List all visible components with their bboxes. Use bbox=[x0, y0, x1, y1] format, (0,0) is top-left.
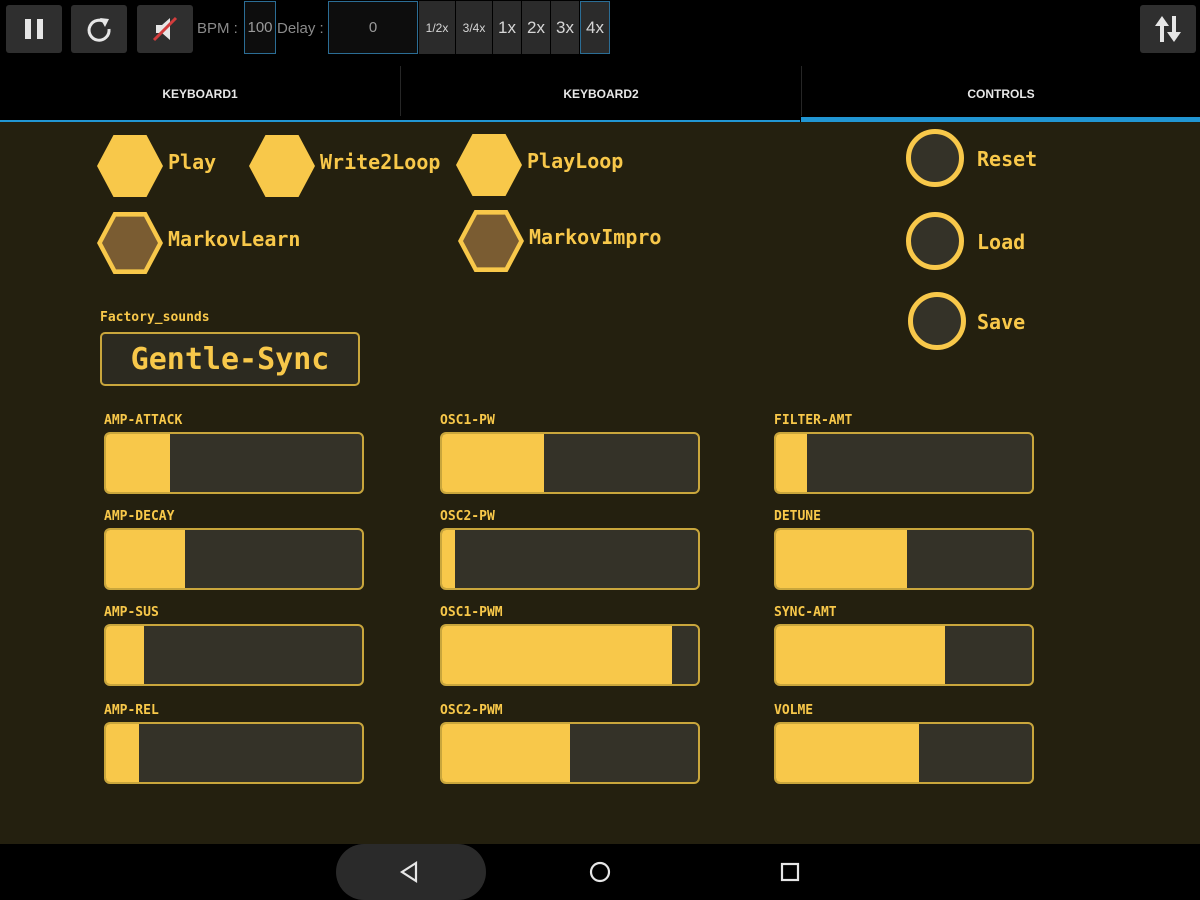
slider-label-osc2-pwm: OSC2-PWM bbox=[440, 703, 503, 718]
slider-amp-attack[interactable] bbox=[104, 432, 364, 494]
slider-fill-sync-amt bbox=[776, 626, 945, 684]
reload-button[interactable] bbox=[71, 5, 127, 53]
recents-icon[interactable] bbox=[779, 861, 801, 883]
slider-filter-amt[interactable] bbox=[774, 432, 1034, 494]
slider-fill-amp-rel bbox=[106, 724, 140, 782]
slider-fill-amp-decay bbox=[106, 530, 186, 588]
preset-selector[interactable]: Gentle-Sync bbox=[100, 332, 360, 386]
slider-label-sync-amt: SYNC-AMT bbox=[774, 605, 837, 620]
load-label: Load bbox=[977, 230, 1026, 254]
slider-amp-rel[interactable] bbox=[104, 722, 364, 784]
slider-sync-amt[interactable] bbox=[774, 624, 1034, 686]
markovimpro-label: MarkovImpro bbox=[529, 225, 662, 249]
delay-label: Delay : bbox=[277, 20, 324, 37]
slider-fill-filter-amt bbox=[776, 434, 807, 492]
slider-osc2-pwm[interactable] bbox=[440, 722, 700, 784]
markovlearn-hex-fill bbox=[102, 216, 158, 270]
markovimpro-hex-fill bbox=[463, 214, 519, 268]
multiplier-2x-button[interactable]: 2x bbox=[522, 1, 550, 54]
home-icon[interactable] bbox=[588, 860, 612, 884]
slider-label-volme: VOLME bbox=[774, 703, 814, 718]
slider-osc1-pw[interactable] bbox=[440, 432, 700, 494]
mute-icon bbox=[152, 16, 178, 42]
slider-label-amp-rel: AMP-REL bbox=[104, 703, 159, 718]
multiplier-three-quarter-button[interactable]: 3/4x bbox=[456, 1, 492, 54]
slider-fill-amp-sus bbox=[106, 626, 145, 684]
playloop-label: PlayLoop bbox=[527, 149, 624, 173]
slider-label-filter-amt: FILTER-AMT bbox=[774, 413, 853, 428]
slider-fill-volme bbox=[776, 724, 920, 782]
slider-osc2-pw[interactable] bbox=[440, 528, 700, 590]
reset-button[interactable] bbox=[906, 129, 964, 187]
slider-label-osc1-pw: OSC1-PW bbox=[440, 413, 495, 428]
slider-fill-osc1-pwm bbox=[442, 626, 673, 684]
write2loop-label: Write2Loop bbox=[320, 150, 441, 174]
slider-amp-decay[interactable] bbox=[104, 528, 364, 590]
pause-icon bbox=[25, 19, 43, 39]
save-label: Save bbox=[977, 310, 1026, 334]
slider-label-osc2-pw: OSC2-PW bbox=[440, 509, 495, 524]
preset-caption: Factory_sounds bbox=[100, 310, 210, 325]
tab-keyboard2[interactable]: KEYBOARD2 bbox=[401, 66, 801, 122]
slider-amp-sus[interactable] bbox=[104, 624, 364, 686]
play-label: Play bbox=[168, 150, 217, 174]
slider-volme[interactable] bbox=[774, 722, 1034, 784]
save-button[interactable] bbox=[908, 292, 966, 350]
multiplier-half-button[interactable]: 1/2x bbox=[419, 1, 455, 54]
load-button[interactable] bbox=[906, 212, 964, 270]
top-toolbar: BPM : 100 Delay : 0 1/2x 3/4x 1x 2x 3x 4… bbox=[0, 0, 1200, 66]
slider-label-amp-decay: AMP-DECAY bbox=[104, 509, 175, 524]
multiplier-4x-button[interactable]: 4x bbox=[580, 1, 610, 54]
slider-osc1-pwm[interactable] bbox=[440, 624, 700, 686]
delay-input[interactable]: 0 bbox=[328, 1, 418, 54]
reload-icon bbox=[87, 18, 111, 42]
markovlearn-label: MarkovLearn bbox=[168, 227, 301, 251]
tab-controls[interactable]: CONTROLS bbox=[802, 66, 1200, 122]
slider-fill-osc2-pw bbox=[442, 530, 455, 588]
slider-label-detune: DETUNE bbox=[774, 509, 821, 524]
slider-fill-osc1-pw bbox=[442, 434, 545, 492]
pause-button[interactable] bbox=[6, 5, 62, 53]
slider-fill-detune bbox=[776, 530, 907, 588]
tab-keyboard1[interactable]: KEYBOARD1 bbox=[0, 66, 400, 122]
slider-fill-amp-attack bbox=[106, 434, 170, 492]
tab-bar: KEYBOARD1 KEYBOARD2 CONTROLS bbox=[0, 66, 1200, 122]
slider-label-amp-attack: AMP-ATTACK bbox=[104, 413, 183, 428]
reset-label: Reset bbox=[977, 147, 1038, 171]
slider-detune[interactable] bbox=[774, 528, 1034, 590]
bpm-input[interactable]: 100 bbox=[244, 1, 276, 54]
back-icon[interactable] bbox=[398, 860, 422, 884]
slider-fill-osc2-pwm bbox=[442, 724, 570, 782]
swap-icon bbox=[1155, 16, 1181, 42]
multiplier-1x-button[interactable]: 1x bbox=[493, 1, 521, 54]
swap-button[interactable] bbox=[1140, 5, 1196, 53]
mute-button[interactable] bbox=[137, 5, 193, 53]
system-navigation-bar bbox=[0, 844, 1200, 900]
multiplier-3x-button[interactable]: 3x bbox=[551, 1, 579, 54]
bpm-label: BPM : bbox=[197, 20, 238, 37]
slider-label-amp-sus: AMP-SUS bbox=[104, 605, 159, 620]
slider-label-osc1-pwm: OSC1-PWM bbox=[440, 605, 503, 620]
